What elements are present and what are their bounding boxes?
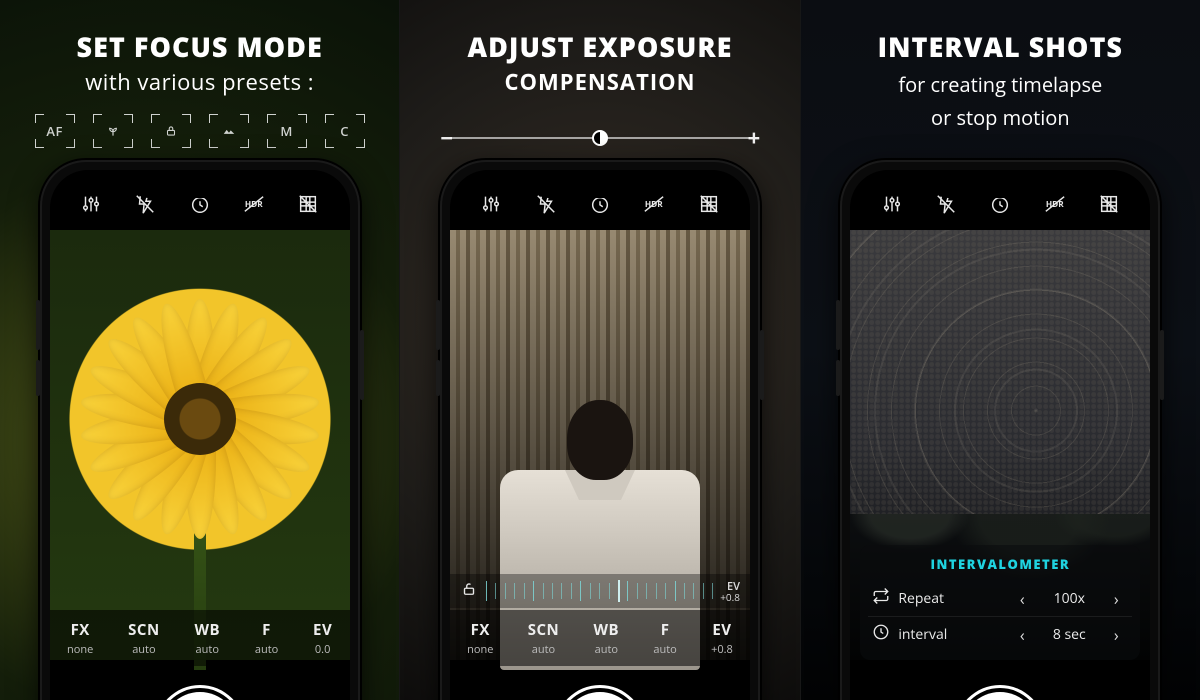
phone-notch xyxy=(930,170,1070,198)
grid-off-icon[interactable] xyxy=(693,188,725,220)
phone-notch xyxy=(530,170,670,198)
headline: ADJUST EXPOSURE xyxy=(400,28,799,65)
subhead-line2: or stop motion xyxy=(801,104,1200,131)
row-value: 8 sec xyxy=(1034,625,1104,644)
param-wb[interactable]: WBauto xyxy=(194,620,220,657)
focus-preset-landscape-icon[interactable] xyxy=(211,116,247,146)
focus-preset-row: AF M C xyxy=(0,116,399,146)
panel-heading: ADJUST EXPOSURE COMPENSATION xyxy=(400,28,799,97)
grid-off-icon[interactable] xyxy=(292,188,324,220)
focus-preset-manual-icon[interactable]: M xyxy=(269,116,305,146)
chevron-right-icon[interactable]: › xyxy=(1104,624,1128,646)
chevron-left-icon[interactable]: ‹ xyxy=(1010,624,1034,646)
feature-panel-focus: SET FOCUS MODE with various presets : AF… xyxy=(0,0,399,700)
phone-frame: HDR INTERVALOMETER Repeat ‹ xyxy=(840,160,1160,700)
feature-panel-interval: INTERVAL SHOTS for creating timelapse or… xyxy=(800,0,1200,700)
phone-screen: HDR EV xyxy=(450,170,750,700)
sliders-icon[interactable] xyxy=(475,188,507,220)
row-value: 100x xyxy=(1034,589,1104,608)
ev-label: EV +0.8 xyxy=(720,581,740,602)
chevron-right-icon[interactable]: › xyxy=(1104,588,1128,610)
shutter-button[interactable] xyxy=(962,692,1038,700)
param-ev[interactable]: EV0.0 xyxy=(313,620,332,657)
clock-icon xyxy=(872,623,890,646)
param-fx[interactable]: FXnone xyxy=(67,620,93,657)
headline: SET FOCUS MODE xyxy=(0,28,399,65)
focus-preset-continuous-icon[interactable]: C xyxy=(327,116,363,146)
subhead-line1: for creating timelapse xyxy=(801,71,1200,98)
param-f[interactable]: Fauto xyxy=(653,620,676,657)
phone-screen: HDR INTERVALOMETER Repeat ‹ xyxy=(850,170,1150,700)
feature-panel-exposure: ADJUST EXPOSURE COMPENSATION − + HDR xyxy=(399,0,799,700)
ev-strip[interactable]: EV +0.8 xyxy=(450,574,750,608)
repeat-icon xyxy=(872,587,890,610)
intervalometer-row-interval: interval ‹ 8 sec › xyxy=(868,616,1132,652)
focus-preset-lock-icon[interactable] xyxy=(153,116,189,146)
phone-frame: HDR FXnone SCNauto WBauto Fauto EV0.0 xyxy=(40,160,360,700)
panel-heading: INTERVAL SHOTS for creating timelapse or… xyxy=(801,28,1200,131)
intervalometer-row-repeat: Repeat ‹ 100x › xyxy=(868,581,1132,616)
camera-params-row: FXnone SCNauto WBauto Fauto EV0.0 xyxy=(50,610,350,666)
focus-preset-af-icon[interactable]: AF xyxy=(37,116,73,146)
focus-preset-macro-icon[interactable] xyxy=(95,116,131,146)
phone-notch xyxy=(130,170,270,198)
phone-screen: HDR FXnone SCNauto WBauto Fauto EV0.0 xyxy=(50,170,350,700)
slider-knob[interactable] xyxy=(592,130,608,146)
subhead: COMPENSATION xyxy=(400,67,799,97)
unlock-icon[interactable] xyxy=(460,580,478,603)
intervalometer-panel: INTERVALOMETER Repeat ‹ 100x › int xyxy=(860,545,1140,660)
slider-track[interactable] xyxy=(460,137,739,139)
sliders-icon[interactable] xyxy=(75,188,107,220)
headline: INTERVAL SHOTS xyxy=(801,28,1200,65)
intervalometer-title: INTERVALOMETER xyxy=(868,555,1132,573)
param-scn[interactable]: SCNauto xyxy=(528,620,560,657)
sliders-icon[interactable] xyxy=(876,188,908,220)
shutter-button[interactable] xyxy=(162,692,238,700)
exposure-slider[interactable]: − + xyxy=(440,128,759,148)
param-wb[interactable]: WBauto xyxy=(594,620,620,657)
camera-params-row: FXnone SCNauto WBauto Fauto EV+0.8 xyxy=(450,610,750,666)
phone-frame: HDR EV xyxy=(440,160,760,700)
panel-heading: SET FOCUS MODE with various presets : xyxy=(0,28,399,97)
param-ev[interactable]: EV+0.8 xyxy=(711,620,733,657)
shutter-bar: 0 xyxy=(50,670,350,700)
ev-tick-scale[interactable] xyxy=(486,580,712,602)
row-label: interval xyxy=(898,625,947,644)
grid-off-icon[interactable] xyxy=(1093,188,1125,220)
param-scn[interactable]: SCNauto xyxy=(128,620,160,657)
chevron-left-icon[interactable]: ‹ xyxy=(1010,588,1034,610)
shutter-bar: 0 xyxy=(450,670,750,700)
viewfinder-scene-flower xyxy=(50,230,350,660)
param-fx[interactable]: FXnone xyxy=(467,620,493,657)
viewfinder[interactable] xyxy=(50,230,350,660)
shutter-button[interactable] xyxy=(562,692,638,700)
subhead: with various presets : xyxy=(0,67,399,97)
row-label: Repeat xyxy=(898,589,944,608)
shutter-bar: 0 xyxy=(850,670,1150,700)
param-f[interactable]: Fauto xyxy=(255,620,278,657)
